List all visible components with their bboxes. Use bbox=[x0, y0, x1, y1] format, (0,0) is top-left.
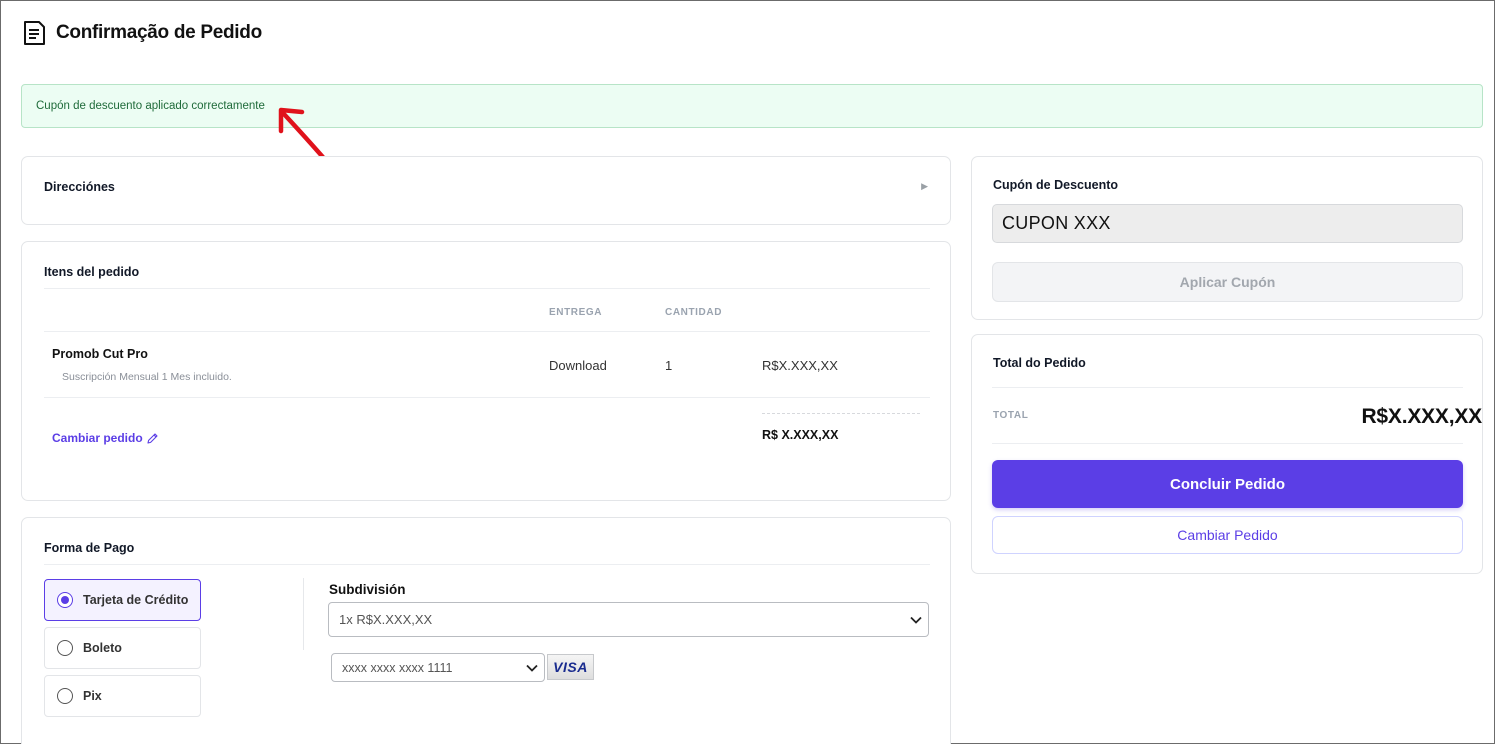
success-alert: Cupón de descuento aplicado correctament… bbox=[21, 84, 1483, 128]
change-order-label: Cambiar pedido bbox=[52, 431, 143, 445]
radio-button[interactable] bbox=[57, 688, 73, 704]
alert-message: Cupón de descuento aplicado correctament… bbox=[36, 100, 265, 112]
card-value: xxxx xxxx xxxx 1111 bbox=[342, 660, 453, 675]
payment-option-label: Tarjeta de Crédito bbox=[83, 593, 189, 607]
change-order-button[interactable]: Cambiar Pedido bbox=[992, 516, 1463, 554]
order-items-section: Itens del pedido ENTREGA CANTIDAD Promob… bbox=[21, 241, 951, 501]
change-order-link[interactable]: Cambiar pedido bbox=[52, 431, 159, 445]
payment-title: Forma de Pago bbox=[44, 541, 135, 555]
pencil-icon bbox=[147, 432, 158, 444]
installments-value: 1x R$X.XXX,XX bbox=[339, 612, 433, 627]
apply-coupon-button[interactable]: Aplicar Cupón bbox=[992, 262, 1463, 302]
product-description: Suscripción Mensual 1 Mes incluido. bbox=[62, 371, 232, 383]
divider bbox=[44, 564, 930, 565]
product-quantity: 1 bbox=[665, 358, 673, 373]
total-label: TOTAL bbox=[993, 410, 1029, 421]
conclude-order-label: Concluir Pedido bbox=[1169, 475, 1285, 493]
order-total-title: Total do Pedido bbox=[993, 356, 1086, 370]
payment-option-boleto[interactable]: Boleto bbox=[44, 627, 201, 669]
payment-option-label: Pix bbox=[83, 689, 102, 703]
divider bbox=[992, 443, 1463, 444]
divider bbox=[44, 288, 930, 289]
product-name: Promob Cut Pro bbox=[52, 347, 148, 361]
total-value: R$X.XXX,XX bbox=[1361, 405, 1482, 428]
divider bbox=[992, 387, 1463, 388]
subtotal-divider bbox=[762, 413, 920, 414]
installments-select[interactable]: 1x R$X.XXX,XX bbox=[328, 602, 929, 637]
payment-option-pix[interactable]: Pix bbox=[44, 675, 201, 717]
chevron-down-icon bbox=[526, 664, 538, 672]
document-icon bbox=[24, 21, 45, 45]
order-items-title: Itens del pedido bbox=[44, 265, 140, 279]
column-header-delivery: ENTREGA bbox=[549, 307, 603, 318]
product-delivery: Download bbox=[549, 358, 607, 373]
radio-button[interactable] bbox=[57, 592, 73, 608]
change-order-button-label: Cambiar Pedido bbox=[1177, 527, 1278, 543]
radio-button[interactable] bbox=[57, 640, 73, 656]
coupon-input[interactable]: CUPON XXX bbox=[992, 204, 1463, 243]
expand-arrow-icon[interactable]: ▶ bbox=[921, 181, 928, 192]
coupon-section: Cupón de Descuento CUPON XXX Aplicar Cup… bbox=[971, 156, 1483, 320]
page-header: Confirmação de Pedido bbox=[20, 19, 262, 47]
divider bbox=[44, 397, 930, 398]
addresses-section[interactable]: Direcciónes ▶ bbox=[21, 156, 951, 225]
divider bbox=[44, 331, 930, 332]
card-select[interactable]: xxxx xxxx xxxx 1111 bbox=[331, 653, 545, 682]
product-price: R$X.XXX,XX bbox=[762, 358, 838, 373]
column-header-quantity: CANTIDAD bbox=[665, 307, 723, 318]
order-total-section: Total do Pedido TOTAL R$X.XXX,XX Conclui… bbox=[971, 334, 1483, 574]
page-title: Confirmação de Pedido bbox=[56, 22, 262, 43]
payment-section: Forma de Pago Tarjeta de Crédito Boleto … bbox=[21, 517, 951, 744]
apply-coupon-label: Aplicar Cupón bbox=[1179, 274, 1276, 290]
subtotal-value: R$ X.XXX,XX bbox=[762, 428, 839, 442]
visa-logo: VISA bbox=[547, 654, 594, 680]
addresses-title: Direcciónes bbox=[44, 180, 115, 194]
coupon-title: Cupón de Descuento bbox=[993, 178, 1119, 192]
coupon-input-value: CUPON XXX bbox=[1002, 213, 1111, 233]
vertical-divider bbox=[303, 578, 304, 650]
chevron-down-icon bbox=[910, 616, 922, 624]
payment-option-credit-card[interactable]: Tarjeta de Crédito bbox=[44, 579, 201, 621]
conclude-order-button[interactable]: Concluir Pedido bbox=[992, 460, 1463, 508]
payment-option-label: Boleto bbox=[83, 641, 122, 655]
subdivision-label: Subdivisión bbox=[329, 582, 406, 597]
